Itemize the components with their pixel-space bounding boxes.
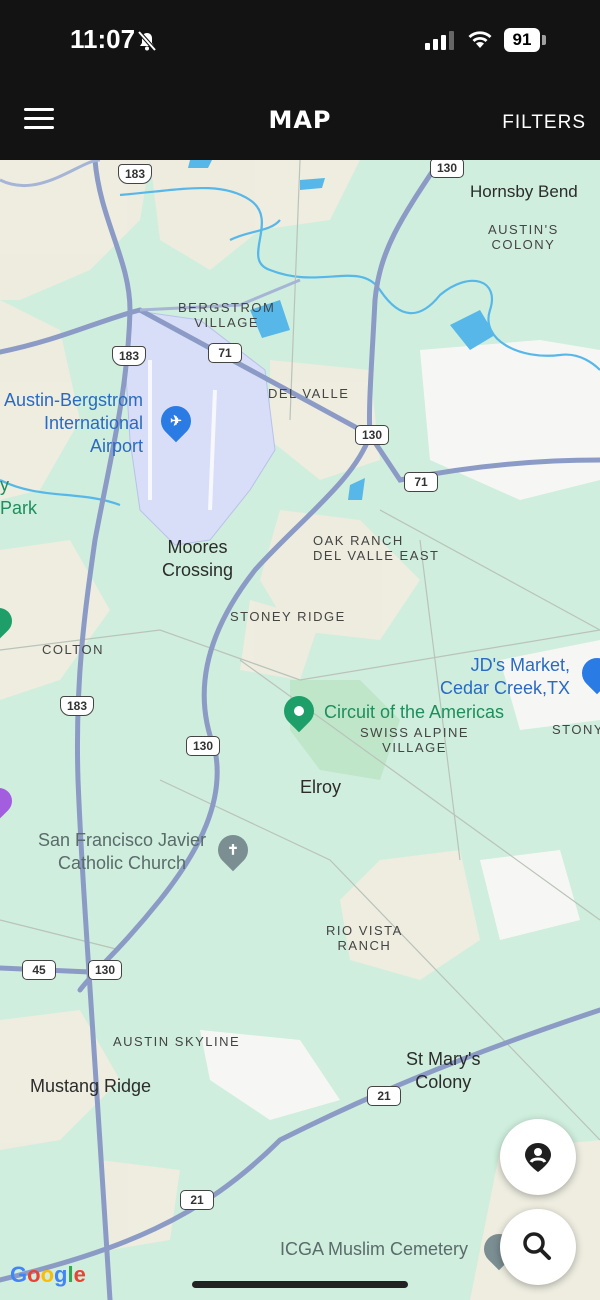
wifi-icon: [468, 31, 492, 48]
place-label-stoney-ridge[interactable]: STONEY RIDGE: [230, 609, 346, 624]
sh-71-shield: 71: [208, 343, 242, 363]
search-icon: [523, 1232, 551, 1260]
place-label-stony[interactable]: STONY: [552, 722, 600, 737]
sh-71-shield: 71: [404, 472, 438, 492]
place-label-swiss-alpine-village[interactable]: SWISS ALPINE VILLAGE: [360, 725, 469, 755]
poi-label-park[interactable]: y Park: [0, 474, 37, 520]
search-button[interactable]: [500, 1209, 576, 1285]
us-183-shield: 183: [112, 346, 146, 366]
status-bar: 11:07 91: [0, 0, 600, 80]
sh-130-shield: 130: [186, 736, 220, 756]
place-label-colton[interactable]: COLTON: [42, 642, 104, 657]
battery-indicator: 91: [504, 28, 540, 52]
fm-45-shield: 45: [22, 960, 56, 980]
poi-label-jds-market[interactable]: JD's Market, Cedar Creek,TX: [440, 654, 570, 700]
place-label-hornsby-bend[interactable]: Hornsby Bend: [470, 180, 578, 203]
user-pin-icon: [525, 1143, 551, 1172]
fm-21-shield: 21: [180, 1190, 214, 1210]
status-time: 11:07: [70, 24, 136, 54]
us-183-shield: 183: [60, 696, 94, 716]
app-header: MAP FILTERS: [0, 80, 600, 160]
place-label-elroy[interactable]: Elroy: [300, 776, 341, 799]
sh-130-shield: 130: [88, 960, 122, 980]
profile-button[interactable]: [500, 1119, 576, 1195]
poi-label-icga-cemetery[interactable]: ICGA Muslim Cemetery: [280, 1238, 468, 1261]
poi-label-sf-javier-church[interactable]: San Francisco Javier Catholic Church: [38, 829, 206, 875]
place-label-st-marys-colony[interactable]: St Mary's Colony: [406, 1048, 480, 1094]
sh-130-shield: 130: [430, 160, 464, 178]
place-label-rio-vista-ranch[interactable]: RIO VISTA RANCH: [326, 923, 403, 953]
filters-button[interactable]: FILTERS: [502, 112, 586, 134]
place-label-austins-colony[interactable]: AUSTIN'S COLONY: [488, 222, 559, 252]
place-label-oak-ranch[interactable]: OAK RANCH DEL VALLE EAST: [313, 533, 440, 563]
place-label-bergstrom-village[interactable]: BERGSTROM VILLAGE: [178, 300, 275, 330]
place-label-moores-crossing[interactable]: Moores Crossing: [162, 536, 233, 582]
place-label-austin-skyline[interactable]: AUSTIN SKYLINE: [113, 1034, 240, 1049]
battery-tip: [542, 35, 546, 45]
poi-label-airport[interactable]: Austin-Bergstrom International Airport: [4, 389, 143, 458]
sh-130-shield: 130: [355, 425, 389, 445]
us-183-shield: 183: [118, 164, 152, 184]
place-label-del-valle[interactable]: DEL VALLE: [268, 386, 349, 401]
fm-21-shield: 21: [367, 1086, 401, 1106]
poi-label-cota[interactable]: Circuit of the Americas: [324, 702, 504, 723]
home-indicator[interactable]: [192, 1281, 408, 1288]
cellular-signal-icon: [425, 31, 454, 50]
google-logo: Google: [10, 1262, 86, 1287]
bell-muted-icon: [137, 30, 157, 52]
place-label-mustang-ridge[interactable]: Mustang Ridge: [30, 1075, 151, 1098]
